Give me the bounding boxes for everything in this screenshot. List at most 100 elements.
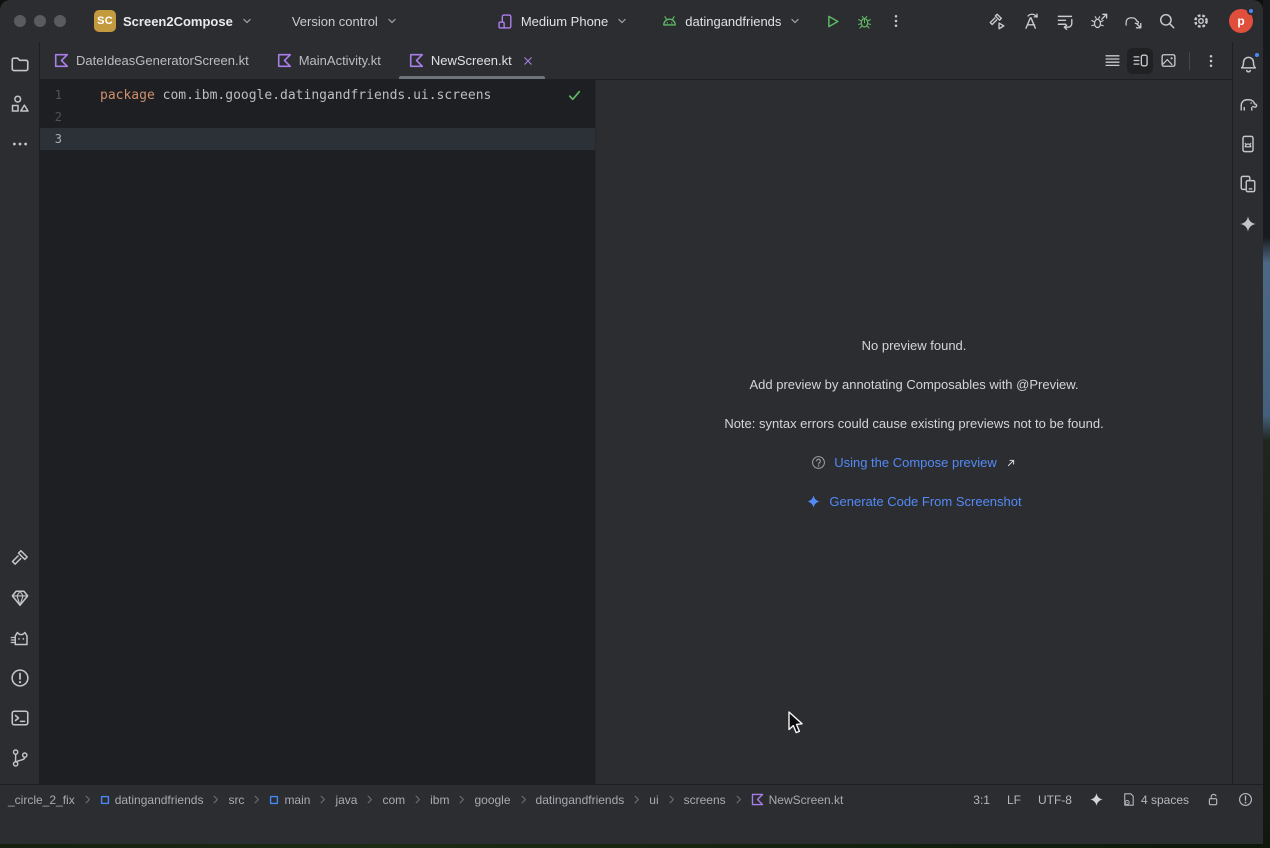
design-view-button[interactable] [1155,48,1181,74]
resource-manager-tool-button[interactable] [6,90,34,118]
tab-newscreen[interactable]: NewScreen.kt [395,42,549,79]
close-window-button[interactable] [14,15,26,27]
gear-icon [1192,12,1210,30]
sparkle-icon [1239,215,1257,233]
code-line-1: 1 package com.ibm.google.datingandfriend… [40,84,595,106]
preview-message-title: No preview found. [862,338,967,353]
breadcrumb-item[interactable]: screens [684,793,726,807]
breadcrumb-item[interactable]: datingandfriends [100,793,204,807]
run-button[interactable] [818,7,846,35]
running-devices-tool-button[interactable] [1234,130,1262,158]
gradle-tool-button[interactable] [1234,90,1262,118]
generate-code-from-screenshot-link[interactable]: Generate Code From Screenshot [806,494,1021,509]
cat-icon [10,628,30,648]
breadcrumb-item[interactable]: main [269,793,310,807]
breadcrumb-item[interactable]: _circle_2_fix [8,793,75,807]
project-tool-button[interactable] [6,50,34,78]
device-manager-tool-button[interactable] [1234,170,1262,198]
tab-label: DateIdeasGeneratorScreen.kt [76,53,249,68]
close-tab-icon[interactable] [521,54,535,68]
indent-file-gear-icon [1121,792,1136,807]
attach-debugger-button[interactable] [1085,7,1113,35]
gemini-tool-button[interactable] [1234,210,1262,238]
chevron-right-icon [363,793,376,806]
kotlin-file-icon [409,53,424,68]
logcat-tool-button[interactable] [6,624,34,652]
line-separator-widget[interactable]: LF [1007,793,1021,807]
breadcrumb-label: google [474,793,510,807]
breadcrumb-label: main [284,793,310,807]
write-access-unlock-icon[interactable] [1206,792,1221,807]
breadcrumb-item[interactable]: datingandfriends [536,793,625,807]
android-studio-window: SC Screen2Compose Version control Medium… [0,0,1263,844]
tab-mainactivity[interactable]: MainActivity.kt [263,42,395,79]
mouse-cursor [786,710,804,736]
code-editor[interactable]: 1 package com.ibm.google.datingandfriend… [40,80,595,784]
zoom-window-button[interactable] [54,15,66,27]
minimize-window-button[interactable] [34,15,46,27]
restart-activity-button[interactable] [1051,7,1079,35]
chevron-right-icon [732,793,745,806]
vcs-widget[interactable]: Version control [286,10,405,33]
apply-code-changes-button[interactable] [1017,7,1045,35]
run-configuration-label: datingandfriends [685,14,781,29]
build-tool-button[interactable] [6,544,34,572]
problems-tool-button[interactable] [6,664,34,692]
editor-column: DateIdeasGeneratorScreen.kt MainActivity… [40,42,1232,784]
search-everywhere-button[interactable] [1153,7,1181,35]
generate-link-text[interactable]: Generate Code From Screenshot [829,494,1021,509]
more-actions-button[interactable] [882,7,910,35]
more-tool-windows-button[interactable] [6,130,34,158]
breadcrumb-item[interactable]: com [382,793,405,807]
settings-button[interactable] [1187,7,1215,35]
play-icon [824,13,841,30]
debug-button[interactable] [850,7,878,35]
inspections-ok-check-icon[interactable] [567,88,582,103]
breadcrumb-item[interactable]: ibm [430,793,449,807]
project-widget[interactable]: SC Screen2Compose [88,6,260,36]
gemini-status-sparkle-icon[interactable] [1089,792,1104,807]
version-control-tool-button[interactable] [6,744,34,772]
code-line-3-current: 3 [40,128,595,150]
device-selector[interactable]: Medium Phone [491,9,635,34]
tab-label: NewScreen.kt [431,53,512,68]
editor-preview-split: 1 package com.ibm.google.datingandfriend… [40,80,1232,784]
encoding-widget[interactable]: UTF-8 [1038,793,1072,807]
breadcrumb-label: NewScreen.kt [769,793,844,807]
code-view-button[interactable] [1099,48,1125,74]
notifications-button[interactable] [1234,50,1262,78]
indent-widget[interactable]: 4 spaces [1121,792,1189,807]
terminal-tool-button[interactable] [6,704,34,732]
breadcrumb-item[interactable]: google [474,793,510,807]
help-link-text[interactable]: Using the Compose preview [834,455,997,470]
caret-position-widget[interactable]: 3:1 [973,793,990,807]
code-line-2: 2 [40,106,595,128]
run-configuration-selector[interactable]: datingandfriends [655,9,808,34]
search-icon [1158,12,1176,30]
gradle-sync-button[interactable] [1119,7,1147,35]
breadcrumb-item[interactable]: ui [649,793,658,807]
app-quality-insights-tool-button[interactable] [6,584,34,612]
breadcrumb-label: src [228,793,244,807]
kebab-menu-icon [1203,53,1219,69]
preview-message-note: Note: syntax errors could cause existing… [724,416,1103,431]
error-highlight-icon[interactable] [1238,792,1253,807]
android-icon [661,13,678,30]
breadcrumb-item[interactable]: src [228,793,244,807]
tab-dateideasgeneratorscreen[interactable]: DateIdeasGeneratorScreen.kt [40,42,263,79]
bug-arrow-icon [1090,12,1109,31]
breadcrumb-item[interactable]: java [335,793,357,807]
chevron-right-icon [250,793,263,806]
compose-preview-help-link[interactable]: Using the Compose preview [811,455,1017,470]
phone-android-icon [1238,134,1258,154]
preview-options-button[interactable] [1198,48,1224,74]
breadcrumb-item-file[interactable]: NewScreen.kt [751,793,844,807]
bug-icon [856,13,873,30]
design-view-icon [1160,52,1177,69]
profile-menu[interactable]: p [1229,9,1253,33]
question-circle-icon [811,455,826,470]
build-run-button[interactable] [983,7,1011,35]
vcs-label: Version control [292,14,378,29]
split-view-button[interactable] [1127,48,1153,74]
lines-sync-icon [1056,12,1075,31]
